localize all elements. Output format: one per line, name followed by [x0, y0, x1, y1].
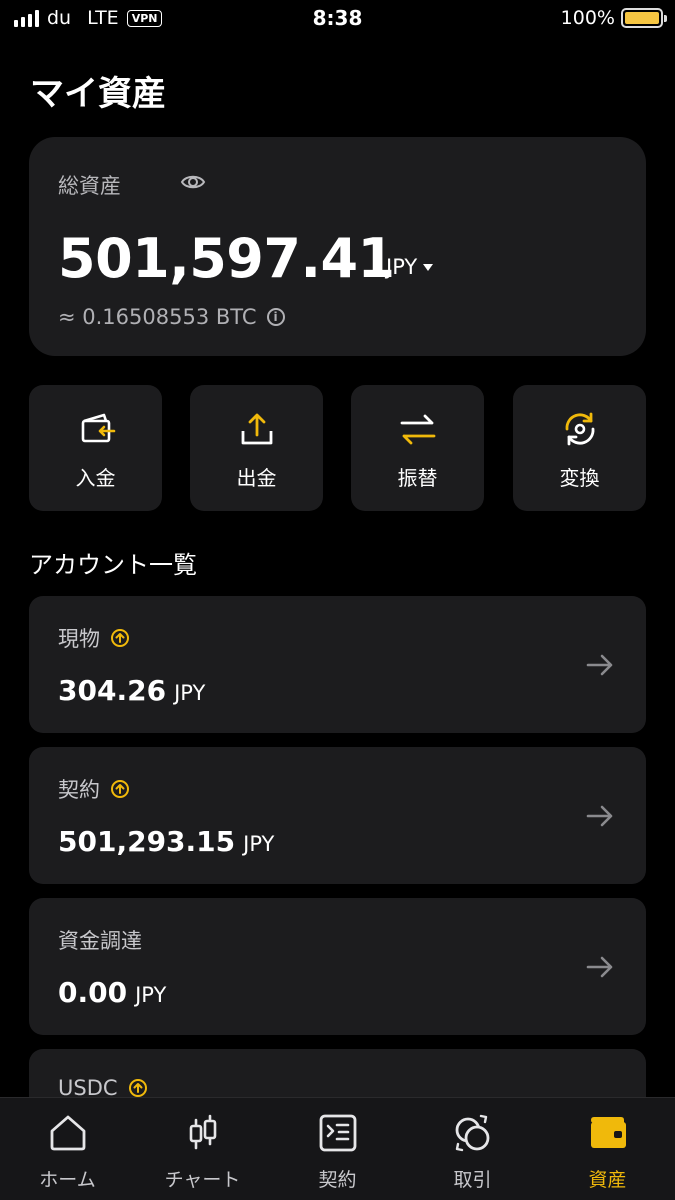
info-icon[interactable]: i: [266, 308, 285, 326]
nav-trade[interactable]: 取引: [405, 1098, 540, 1200]
transfer-label: 振替: [397, 466, 438, 490]
status-bar: du LTE VPN 8:38 100%: [0, 0, 675, 38]
account-name: 契約: [58, 778, 100, 802]
account-currency: JPY: [243, 832, 275, 856]
deposit-icon: [81, 413, 115, 443]
nav-home[interactable]: ホーム: [0, 1098, 135, 1200]
btc-equivalent: ≈ 0.16508553 BTC i: [58, 305, 285, 329]
account-card-funding[interactable]: 資金調達 0.00 JPY: [29, 898, 646, 1035]
action-buttons: 入金 出金 振替 変換: [29, 385, 646, 511]
wallet-icon: [590, 1117, 626, 1148]
btc-equivalent-value: ≈ 0.16508553 BTC: [58, 305, 257, 329]
convert-button[interactable]: 変換: [513, 385, 646, 511]
contract-icon: [319, 1114, 356, 1152]
bottom-nav: ホーム チャート 契約 取引 資産: [0, 1097, 675, 1200]
account-value: 0.00: [58, 976, 128, 1009]
total-assets-card: 総資産 501,597.41 JPY ≈ 0.16508553 BTC i: [29, 137, 646, 356]
transfer-icon: [400, 414, 435, 445]
nav-label: チャート: [164, 1169, 241, 1191]
trade-icon: [455, 1114, 489, 1152]
account-name: 現物: [58, 627, 100, 651]
arrow-up-circle-icon: [111, 629, 129, 647]
withdraw-button[interactable]: 出金: [190, 385, 323, 511]
page-title: マイ資産: [30, 74, 166, 114]
convert-icon: [565, 412, 594, 446]
arrow-right-icon: [586, 956, 613, 978]
caret-down-icon: [423, 263, 434, 271]
account-value: 304.26: [58, 674, 167, 707]
withdraw-label: 出金: [236, 466, 277, 490]
candlestick-icon: [189, 1114, 216, 1150]
account-card-spot[interactable]: 現物 304.26 JPY: [29, 596, 646, 733]
eye-icon[interactable]: [180, 169, 206, 195]
battery-percent: 100%: [560, 7, 615, 29]
nav-label: ホーム: [39, 1169, 96, 1191]
total-assets-value: 501,597.41: [58, 227, 395, 290]
currency-label: JPY: [386, 255, 418, 279]
nav-assets[interactable]: 資産: [540, 1098, 675, 1200]
nav-label: 資産: [588, 1169, 627, 1191]
account-currency: JPY: [174, 681, 206, 705]
section-title: アカウント一覧: [29, 551, 197, 579]
convert-label: 変換: [559, 466, 600, 490]
transfer-button[interactable]: 振替: [351, 385, 484, 511]
arrow-right-icon: [586, 654, 613, 676]
battery-icon: [621, 8, 667, 28]
total-assets-label: 総資産: [58, 174, 121, 198]
account-card-contract[interactable]: 契約 501,293.15 JPY: [29, 747, 646, 884]
withdraw-icon: [241, 413, 272, 445]
nav-contract[interactable]: 契約: [270, 1098, 405, 1200]
account-name: 資金調達: [58, 929, 142, 953]
status-bar-right: 100%: [560, 7, 667, 29]
currency-selector[interactable]: JPY: [386, 255, 434, 279]
nav-chart[interactable]: チャート: [135, 1098, 270, 1200]
deposit-button[interactable]: 入金: [29, 385, 162, 511]
account-value: 501,293.15: [58, 825, 236, 858]
account-currency: JPY: [135, 983, 167, 1007]
nav-label: 契約: [318, 1169, 357, 1191]
arrow-up-circle-icon: [128, 1079, 147, 1097]
arrow-up-circle-icon: [111, 780, 129, 798]
deposit-label: 入金: [75, 466, 116, 490]
home-icon: [50, 1115, 85, 1151]
arrow-right-icon: [586, 805, 613, 827]
nav-label: 取引: [453, 1169, 492, 1191]
